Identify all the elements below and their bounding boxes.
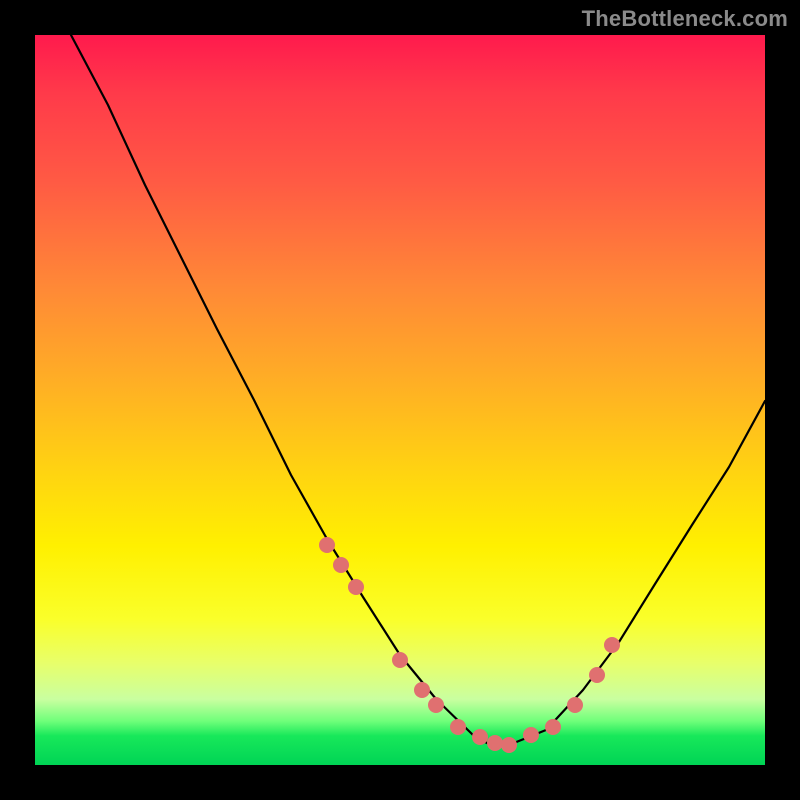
curve-layer — [35, 35, 765, 765]
watermark-text: TheBottleneck.com — [582, 6, 788, 32]
plot-area — [35, 35, 765, 765]
chart-stage: TheBottleneck.com — [0, 0, 800, 800]
bottleneck-curve — [71, 35, 765, 745]
highlight-points — [319, 537, 620, 753]
